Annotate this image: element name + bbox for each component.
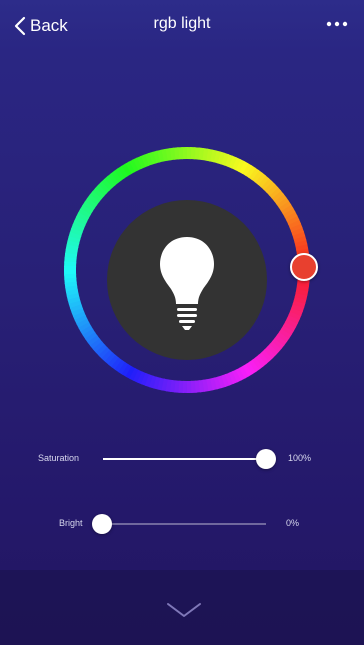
brightness-value: 0% (286, 518, 300, 528)
brightness-label: Bright (59, 518, 83, 528)
brightness-slider-thumb[interactable] (92, 514, 112, 534)
navigation-bar: Back rgb light (0, 0, 364, 52)
saturation-slider[interactable] (103, 449, 276, 469)
more-horizontal-icon[interactable] (324, 14, 350, 34)
saturation-slider-thumb[interactable] (256, 449, 276, 469)
page-title: rgb light (153, 15, 211, 32)
saturation-label: Saturation (38, 453, 80, 463)
color-picker-handle[interactable] (290, 253, 318, 281)
brightness-slider-row: Bright 0% (0, 509, 364, 539)
saturation-slider-fill (103, 458, 266, 460)
saturation-value: 100% (288, 453, 312, 463)
bottom-panel (0, 570, 364, 645)
saturation-slider-row: Saturation 100% (0, 444, 364, 474)
brightness-slider[interactable] (92, 514, 266, 534)
chevron-down-icon[interactable] (164, 600, 204, 620)
power-toggle-button[interactable] (107, 200, 267, 360)
rgb-light-screen: Back rgb light Saturation 100% Bright 0% (0, 0, 364, 645)
color-wheel[interactable] (60, 138, 318, 402)
